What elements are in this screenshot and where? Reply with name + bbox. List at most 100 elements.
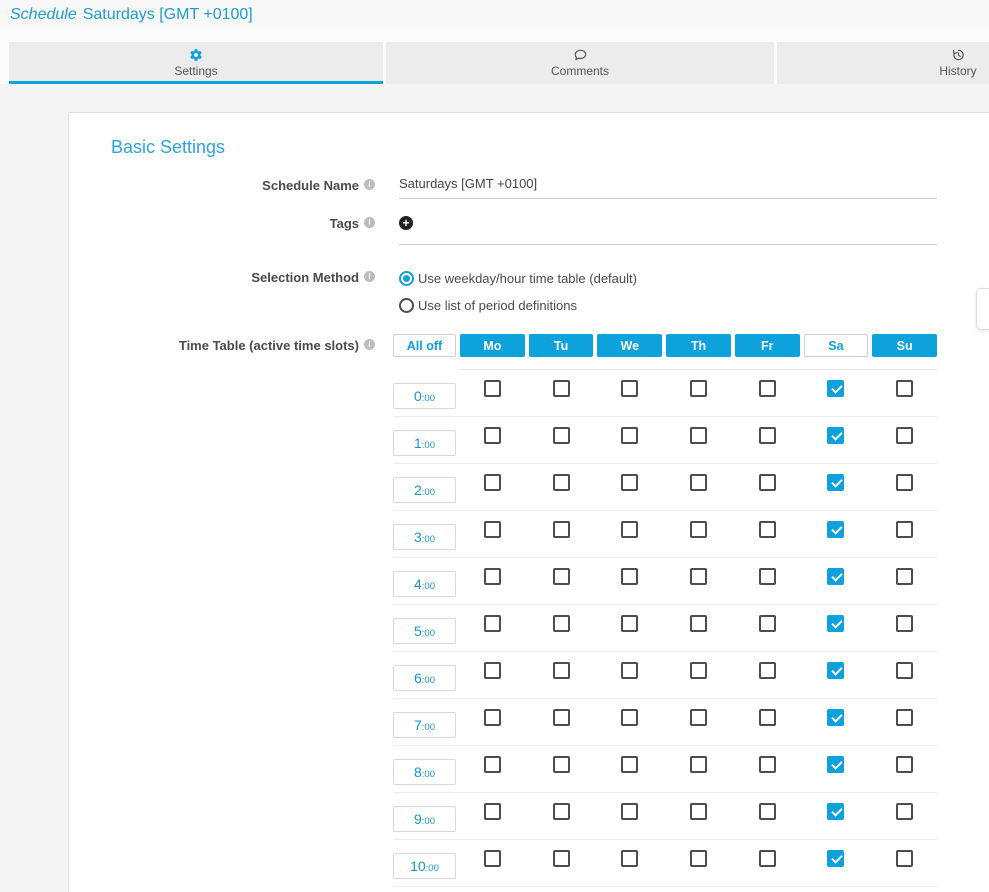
timeslot-checkbox-th-9[interactable] [690, 803, 707, 820]
timeslot-checkbox-fr-6[interactable] [759, 662, 776, 679]
timeslot-checkbox-fr-10[interactable] [759, 850, 776, 867]
hour-button-6[interactable]: 6:00 [393, 665, 456, 691]
timeslot-checkbox-fr-8[interactable] [759, 756, 776, 773]
timeslot-checkbox-we-3[interactable] [621, 521, 638, 538]
schedule-name-value[interactable]: Saturdays [GMT +0100] [399, 176, 937, 198]
timeslot-checkbox-tu-4[interactable] [553, 568, 570, 585]
timeslot-checkbox-tu-9[interactable] [553, 803, 570, 820]
timeslot-checkbox-th-10[interactable] [690, 850, 707, 867]
day-toggle-tu[interactable]: Tu [529, 334, 594, 357]
timeslot-checkbox-tu-3[interactable] [553, 521, 570, 538]
timeslot-checkbox-we-4[interactable] [621, 568, 638, 585]
timeslot-checkbox-tu-5[interactable] [553, 615, 570, 632]
timeslot-checkbox-sa-7[interactable] [827, 709, 844, 726]
timeslot-checkbox-th-1[interactable] [690, 427, 707, 444]
hour-button-7[interactable]: 7:00 [393, 712, 456, 738]
all-off-button[interactable]: All off [393, 334, 456, 357]
timeslot-checkbox-su-5[interactable] [896, 615, 913, 632]
timeslot-checkbox-fr-3[interactable] [759, 521, 776, 538]
radio-option-periods[interactable]: Use list of period definitions [399, 292, 937, 319]
timeslot-checkbox-su-8[interactable] [896, 756, 913, 773]
timeslot-checkbox-mo-1[interactable] [484, 427, 501, 444]
timeslot-checkbox-fr-7[interactable] [759, 709, 776, 726]
hour-button-4[interactable]: 4:00 [393, 571, 456, 597]
timeslot-checkbox-tu-8[interactable] [553, 756, 570, 773]
tags-field[interactable]: + [399, 214, 937, 245]
info-icon[interactable]: i [364, 339, 375, 350]
hour-button-8[interactable]: 8:00 [393, 759, 456, 785]
timeslot-checkbox-mo-5[interactable] [484, 615, 501, 632]
timeslot-checkbox-sa-8[interactable] [827, 756, 844, 773]
timeslot-checkbox-su-1[interactable] [896, 427, 913, 444]
timeslot-checkbox-su-10[interactable] [896, 850, 913, 867]
timeslot-checkbox-su-4[interactable] [896, 568, 913, 585]
timeslot-checkbox-tu-2[interactable] [553, 474, 570, 491]
hour-button-0[interactable]: 0:00 [393, 383, 456, 409]
timeslot-checkbox-mo-10[interactable] [484, 850, 501, 867]
timeslot-checkbox-sa-0[interactable] [827, 380, 844, 397]
timeslot-checkbox-sa-3[interactable] [827, 521, 844, 538]
day-toggle-su[interactable]: Su [872, 334, 937, 357]
timeslot-checkbox-tu-0[interactable] [553, 380, 570, 397]
timeslot-checkbox-mo-2[interactable] [484, 474, 501, 491]
tab-settings[interactable]: Settings [9, 42, 383, 84]
timeslot-checkbox-fr-5[interactable] [759, 615, 776, 632]
day-toggle-sa[interactable]: Sa [804, 334, 869, 357]
timeslot-checkbox-we-5[interactable] [621, 615, 638, 632]
timeslot-checkbox-fr-0[interactable] [759, 380, 776, 397]
timeslot-checkbox-we-7[interactable] [621, 709, 638, 726]
timeslot-checkbox-su-6[interactable] [896, 662, 913, 679]
timeslot-checkbox-th-5[interactable] [690, 615, 707, 632]
day-toggle-fr[interactable]: Fr [735, 334, 800, 357]
timeslot-checkbox-we-2[interactable] [621, 474, 638, 491]
timeslot-checkbox-we-0[interactable] [621, 380, 638, 397]
info-icon[interactable]: i [364, 217, 375, 228]
day-toggle-th[interactable]: Th [666, 334, 731, 357]
timeslot-checkbox-mo-9[interactable] [484, 803, 501, 820]
add-tag-icon[interactable]: + [399, 216, 413, 230]
day-toggle-we[interactable]: We [597, 334, 662, 357]
info-icon[interactable]: i [364, 179, 375, 190]
timeslot-checkbox-th-2[interactable] [690, 474, 707, 491]
radio-option-timetable[interactable]: Use weekday/hour time table (default) [399, 265, 937, 292]
timeslot-checkbox-fr-1[interactable] [759, 427, 776, 444]
radio-button[interactable] [399, 271, 414, 286]
hour-button-3[interactable]: 3:00 [393, 524, 456, 550]
timeslot-checkbox-fr-4[interactable] [759, 568, 776, 585]
timeslot-checkbox-su-0[interactable] [896, 380, 913, 397]
radio-button[interactable] [399, 298, 414, 313]
timeslot-checkbox-we-8[interactable] [621, 756, 638, 773]
hour-button-5[interactable]: 5:00 [393, 618, 456, 644]
timeslot-checkbox-mo-8[interactable] [484, 756, 501, 773]
timeslot-checkbox-su-7[interactable] [896, 709, 913, 726]
timeslot-checkbox-mo-4[interactable] [484, 568, 501, 585]
hour-button-2[interactable]: 2:00 [393, 477, 456, 503]
hour-button-1[interactable]: 1:00 [393, 430, 456, 456]
schedule-name-field[interactable]: Saturdays [GMT +0100] [399, 176, 937, 199]
hour-button-10[interactable]: 10:00 [393, 853, 456, 879]
timeslot-checkbox-sa-4[interactable] [827, 568, 844, 585]
timeslot-checkbox-we-1[interactable] [621, 427, 638, 444]
timeslot-checkbox-su-9[interactable] [896, 803, 913, 820]
timeslot-checkbox-th-8[interactable] [690, 756, 707, 773]
timeslot-checkbox-mo-3[interactable] [484, 521, 501, 538]
timeslot-checkbox-su-3[interactable] [896, 521, 913, 538]
timeslot-checkbox-tu-10[interactable] [553, 850, 570, 867]
timeslot-checkbox-tu-7[interactable] [553, 709, 570, 726]
timeslot-checkbox-mo-6[interactable] [484, 662, 501, 679]
timeslot-checkbox-th-0[interactable] [690, 380, 707, 397]
timeslot-checkbox-fr-2[interactable] [759, 474, 776, 491]
timeslot-checkbox-we-6[interactable] [621, 662, 638, 679]
timeslot-checkbox-mo-0[interactable] [484, 380, 501, 397]
timeslot-checkbox-sa-10[interactable] [827, 850, 844, 867]
timeslot-checkbox-sa-1[interactable] [827, 427, 844, 444]
hour-button-9[interactable]: 9:00 [393, 806, 456, 832]
day-toggle-mo[interactable]: Mo [460, 334, 525, 357]
timeslot-checkbox-mo-7[interactable] [484, 709, 501, 726]
timeslot-checkbox-we-10[interactable] [621, 850, 638, 867]
timeslot-checkbox-th-4[interactable] [690, 568, 707, 585]
info-icon[interactable]: i [364, 271, 375, 282]
timeslot-checkbox-tu-6[interactable] [553, 662, 570, 679]
tab-history[interactable]: History [777, 42, 989, 84]
timeslot-checkbox-th-3[interactable] [690, 521, 707, 538]
